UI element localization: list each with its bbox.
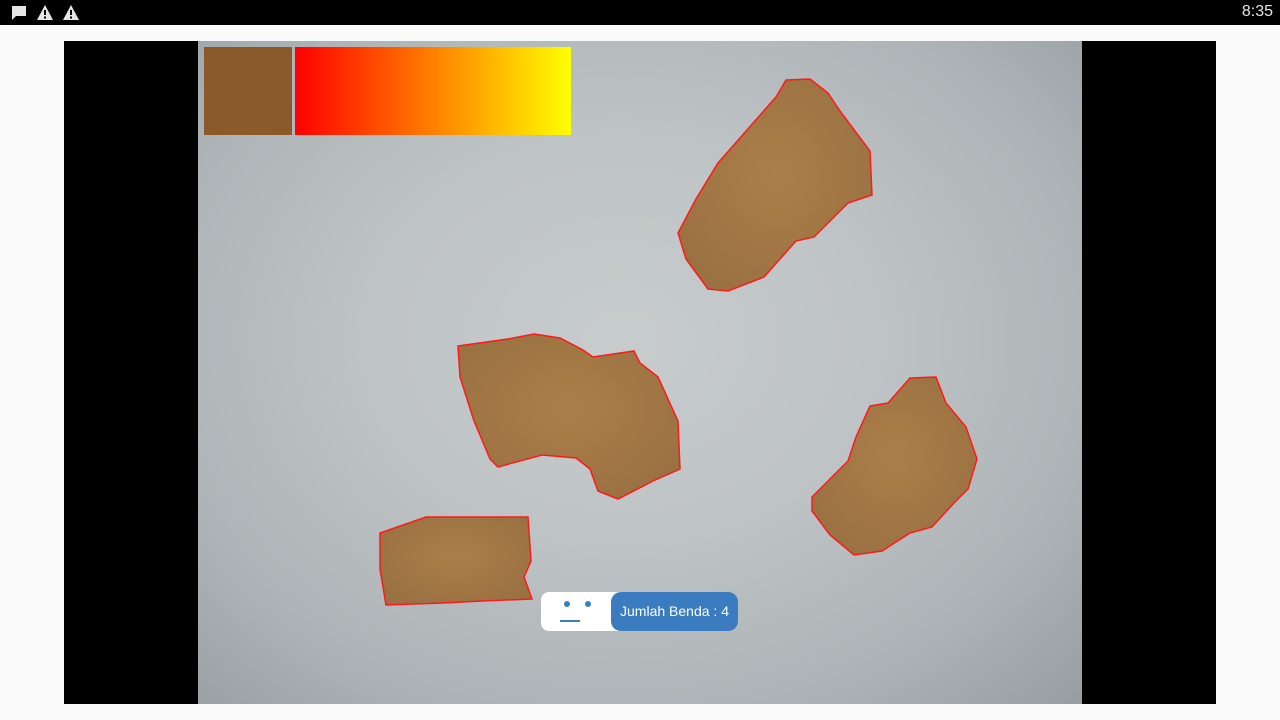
object-count-label: Jumlah Benda : 4 — [611, 592, 738, 631]
neutral-face-icon — [560, 601, 591, 622]
status-bar: 8:35 — [0, 0, 1280, 25]
clock: 8:35 — [1241, 3, 1273, 20]
counter-face-panel — [541, 592, 621, 631]
hue-range-bar — [295, 47, 571, 135]
detected-object — [379, 516, 534, 606]
detected-object — [457, 333, 681, 500]
warning-icon — [63, 5, 79, 20]
detected-object — [811, 376, 978, 556]
object-counter: Jumlah Benda : 4 — [541, 592, 738, 631]
warning-icon — [37, 5, 53, 20]
detected-color-swatch — [204, 47, 292, 135]
notification-chat-icon — [12, 6, 26, 20]
detected-object — [677, 78, 873, 292]
